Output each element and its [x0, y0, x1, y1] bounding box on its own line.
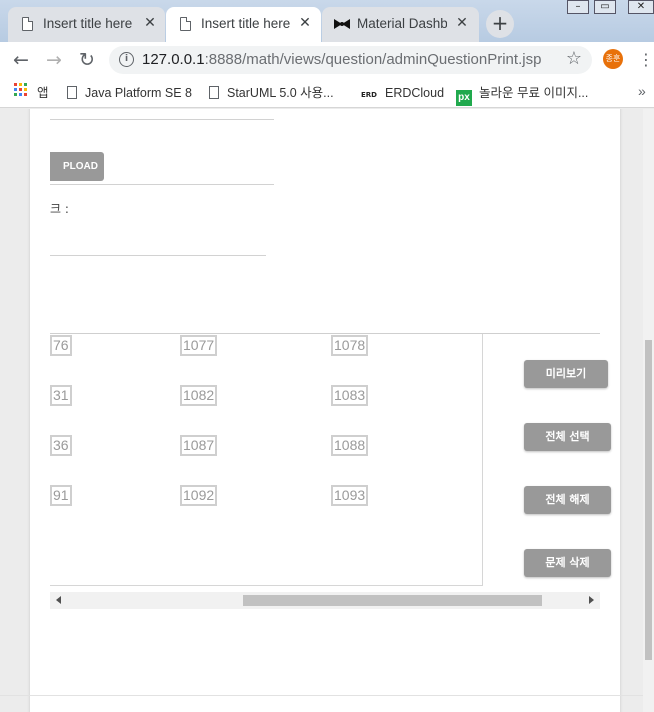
minimize-icon[interactable]: –	[567, 0, 589, 14]
horizontal-scrollbar[interactable]	[50, 592, 600, 609]
bookmark-apps[interactable]: 앱	[37, 83, 49, 103]
question-number[interactable]: 1088	[331, 435, 369, 456]
bookmark-staruml[interactable]: StarUML 5.0 사용...	[209, 83, 334, 103]
reload-icon[interactable]: ↻	[75, 48, 99, 72]
page-icon	[180, 17, 191, 31]
delete-question-button[interactable]: 문제 삭제	[524, 549, 611, 577]
question-number[interactable]: 76	[50, 335, 72, 356]
content-card: PLOAD 크 : 76 1077 1078 31 1082 1083 36 1…	[30, 109, 620, 712]
bookmarks-bar: 앱 Java Platform SE 8 StarUML 5.0 사용... E…	[0, 78, 654, 108]
maximize-icon[interactable]: ▭	[594, 0, 616, 14]
question-number[interactable]: 1083	[331, 385, 369, 406]
tab-strip: Insert title here ✕ Insert title here ✕ …	[0, 0, 654, 42]
address-bar[interactable]: i 127.0.0.1:8888/math/views/question/adm…	[109, 46, 592, 74]
back-arrow-icon[interactable]: ←	[9, 48, 33, 72]
preview-button[interactable]: 미리보기	[524, 360, 608, 388]
deselect-all-button[interactable]: 전체 해제	[524, 486, 611, 514]
question-number[interactable]: 1082	[180, 385, 218, 406]
tab-title: Insert title here	[43, 16, 133, 31]
tab-title: Insert title here	[201, 16, 291, 31]
erd-icon: ERD	[361, 91, 377, 99]
form-underline	[50, 184, 274, 185]
tab-insert-title-1[interactable]: Insert title here ✕	[8, 7, 165, 42]
bookmark-label: StarUML 5.0 사용...	[227, 86, 334, 100]
bookmarks-overflow-icon[interactable]: »	[638, 83, 646, 99]
bookmark-star-icon[interactable]: ☆	[566, 48, 582, 69]
form-underline	[50, 119, 274, 120]
url-path: :8888/math/views/question/adminQuestionP…	[204, 51, 542, 68]
page-icon	[67, 86, 77, 99]
window-close-icon[interactable]: ✕	[628, 0, 654, 14]
profile-avatar[interactable]: 종훈	[603, 49, 623, 69]
upload-button[interactable]: PLOAD	[50, 152, 104, 181]
question-number[interactable]: 1087	[180, 435, 218, 456]
question-number[interactable]: 36	[50, 435, 72, 456]
question-number[interactable]: 1092	[180, 485, 218, 506]
scrollbar-thumb[interactable]	[243, 595, 542, 606]
scrollbar-thumb[interactable]	[645, 340, 652, 660]
apps-grid-icon[interactable]	[14, 83, 28, 97]
px-icon: px	[456, 90, 472, 106]
close-tab-icon[interactable]: ✕	[141, 14, 159, 32]
question-grid-area: 76 1077 1078 31 1082 1083 36 1087 1088 9…	[50, 333, 611, 586]
question-number[interactable]: 1077	[180, 335, 218, 356]
page-viewport: PLOAD 크 : 76 1077 1078 31 1082 1083 36 1…	[0, 109, 654, 712]
close-tab-icon[interactable]: ✕	[296, 14, 314, 32]
url-text[interactable]: 127.0.0.1:8888/math/views/question/admin…	[142, 51, 541, 68]
page-icon	[209, 86, 219, 99]
page-icon	[22, 17, 33, 31]
input-underline	[50, 255, 266, 256]
field-label: 크 :	[50, 202, 69, 216]
scroll-right-icon[interactable]	[589, 596, 594, 604]
question-number[interactable]: 91	[50, 485, 72, 506]
close-tab-icon[interactable]: ✕	[453, 14, 471, 32]
select-all-button[interactable]: 전체 선택	[524, 423, 611, 451]
bookmark-erdcloud[interactable]: ERD ERDCloud	[361, 83, 444, 103]
scroll-left-icon[interactable]	[56, 596, 61, 604]
forward-arrow-icon[interactable]: →	[42, 48, 66, 72]
bookmark-label: 놀라운 무료 이미지...	[479, 86, 589, 100]
bookmark-java-platform[interactable]: Java Platform SE 8	[67, 83, 192, 103]
tab-title: Material Dashboard	[357, 16, 447, 31]
bookmark-pexels[interactable]: px 놀라운 무료 이미지...	[456, 83, 589, 106]
info-icon[interactable]: i	[119, 52, 134, 67]
tab-insert-title-2[interactable]: Insert title here ✕	[166, 7, 321, 42]
url-host: 127.0.0.1	[142, 51, 205, 68]
new-tab-button[interactable]: +	[486, 10, 514, 38]
browser-toolbar: ← → ↻ i 127.0.0.1:8888/math/views/questi…	[0, 42, 654, 78]
bowtie-icon	[334, 19, 350, 29]
more-menu-icon[interactable]: ⋮	[638, 50, 654, 70]
question-number[interactable]: 31	[50, 385, 72, 406]
question-number[interactable]: 1093	[331, 485, 369, 506]
page-divider	[0, 695, 643, 696]
vertical-scrollbar[interactable]	[643, 109, 654, 712]
question-number[interactable]: 1078	[331, 335, 369, 356]
question-grid: 76 1077 1078 31 1082 1083 36 1087 1088 9…	[50, 334, 483, 586]
tab-material-dashboard[interactable]: Material Dashboard ✕	[322, 7, 479, 42]
bookmark-label: Java Platform SE 8	[85, 86, 192, 100]
bookmark-label: ERDCloud	[384, 86, 445, 100]
